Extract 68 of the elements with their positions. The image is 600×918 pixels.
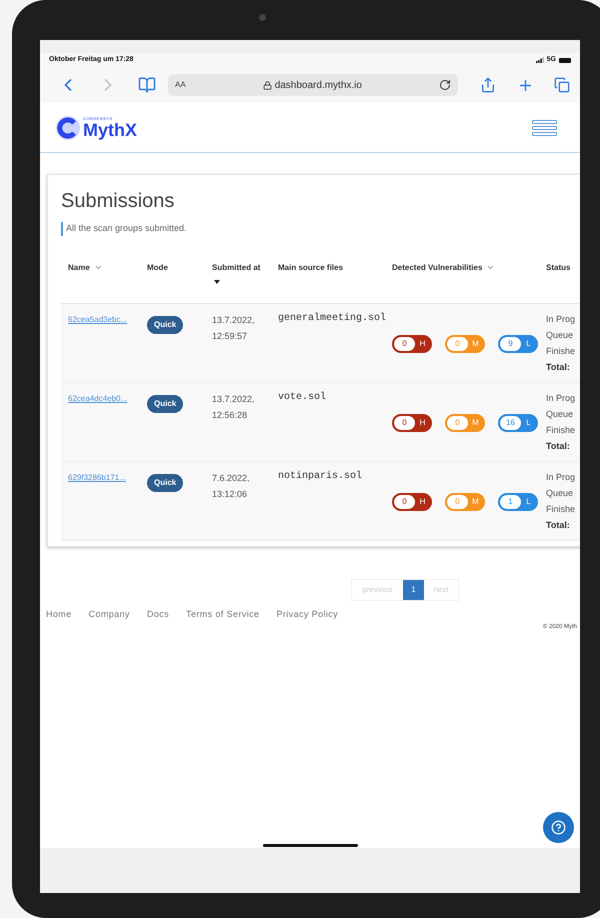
page-subtitle: All the scan groups submitted. <box>61 222 580 236</box>
footer-link[interactable]: Home <box>46 608 72 621</box>
column-header: Status <box>546 262 570 274</box>
signal-icon <box>536 57 544 63</box>
status-line: Finishe <box>546 344 576 358</box>
sort-descending-icon[interactable] <box>214 280 220 284</box>
mode-badge: Quick <box>147 474 184 492</box>
lock-icon <box>262 80 272 90</box>
status-line: In Prog <box>546 312 576 326</box>
share-icon[interactable] <box>480 77 496 93</box>
total-label: Total: <box>546 518 571 532</box>
page-title: Submissions <box>61 191 176 211</box>
vulnerability-badge: 0 H <box>392 492 432 510</box>
column-header: Mode <box>147 262 168 274</box>
total-label: Total: <box>546 440 571 452</box>
footer-link[interactable]: Privacy Policy <box>276 608 338 621</box>
source-file: notinparis.sol <box>278 470 364 484</box>
battery-icon <box>559 58 571 62</box>
vulnerability-badge: 0 M <box>445 492 485 510</box>
bookmarks-icon[interactable] <box>138 76 156 94</box>
column-header[interactable]: Detected Vulnerabilities <box>392 262 482 274</box>
submitted-time: 12:56:28 <box>212 408 248 422</box>
submission-link[interactable]: 62cea4dc4eb0... <box>68 392 147 404</box>
camera-icon <box>259 14 266 21</box>
submission-link[interactable]: 629f3286b171... <box>68 472 147 484</box>
status-line: Queue <box>546 486 574 500</box>
column-header: Main source files <box>278 262 343 274</box>
status-line: Finishe <box>546 502 576 516</box>
sort-icon[interactable] <box>94 263 103 272</box>
source-file: generalmeeting.sol <box>278 312 388 326</box>
sort-icon[interactable] <box>486 263 496 272</box>
vulnerability-badge: 9 L <box>498 334 538 352</box>
mode-badge: Quick <box>147 316 184 334</box>
footer-link[interactable]: Docs <box>146 608 170 621</box>
total-label: Total: <box>546 360 571 374</box>
brand-name[interactable]: MythX <box>83 120 137 138</box>
reload-icon[interactable] <box>438 79 451 91</box>
page-number[interactable]: 1 <box>403 580 424 600</box>
menu-icon[interactable] <box>532 120 557 136</box>
submitted-date: 13.7.2022, <box>212 392 256 406</box>
footer-link[interactable]: Terms of Service <box>186 608 260 621</box>
status-line: Queue <box>546 408 574 421</box>
submitted-time: 12:59:57 <box>212 330 248 342</box>
url-text: dashboard.mythx.io <box>274 78 362 92</box>
column-header[interactable]: Name <box>68 262 90 274</box>
address-bar[interactable]: AA dashboard.mythx.io <box>168 74 458 96</box>
vulnerability-badge: 16 L <box>498 414 538 432</box>
submitted-time: 13:12:06 <box>212 488 248 500</box>
status-line: In Prog <box>546 392 576 405</box>
vulnerability-badge: 0 H <box>392 334 432 352</box>
status-line: Queue <box>546 328 574 342</box>
status-line: In Prog <box>546 470 576 484</box>
vulnerability-badge: 0 H <box>392 414 432 432</box>
footer-link[interactable]: Company <box>88 608 130 621</box>
submission-link[interactable]: 62cea5ad3ebc... <box>68 314 147 326</box>
column-header[interactable]: Submitted at <box>212 262 278 274</box>
tabs-icon[interactable] <box>554 77 570 93</box>
logo-icon[interactable] <box>55 114 81 140</box>
status-line: Finishe <box>546 424 576 436</box>
submitted-date: 7.6.2022, <box>212 472 251 484</box>
vulnerability-badge: 0 M <box>445 414 485 432</box>
submitted-date: 13.7.2022, <box>212 314 256 326</box>
vulnerability-badge: 1 L <box>498 492 538 510</box>
vulnerability-badge: 0 M <box>445 334 485 352</box>
mode-badge: Quick <box>147 394 184 412</box>
help-icon <box>551 820 566 835</box>
source-file: vote.sol <box>278 390 328 404</box>
help-button[interactable] <box>543 812 574 843</box>
